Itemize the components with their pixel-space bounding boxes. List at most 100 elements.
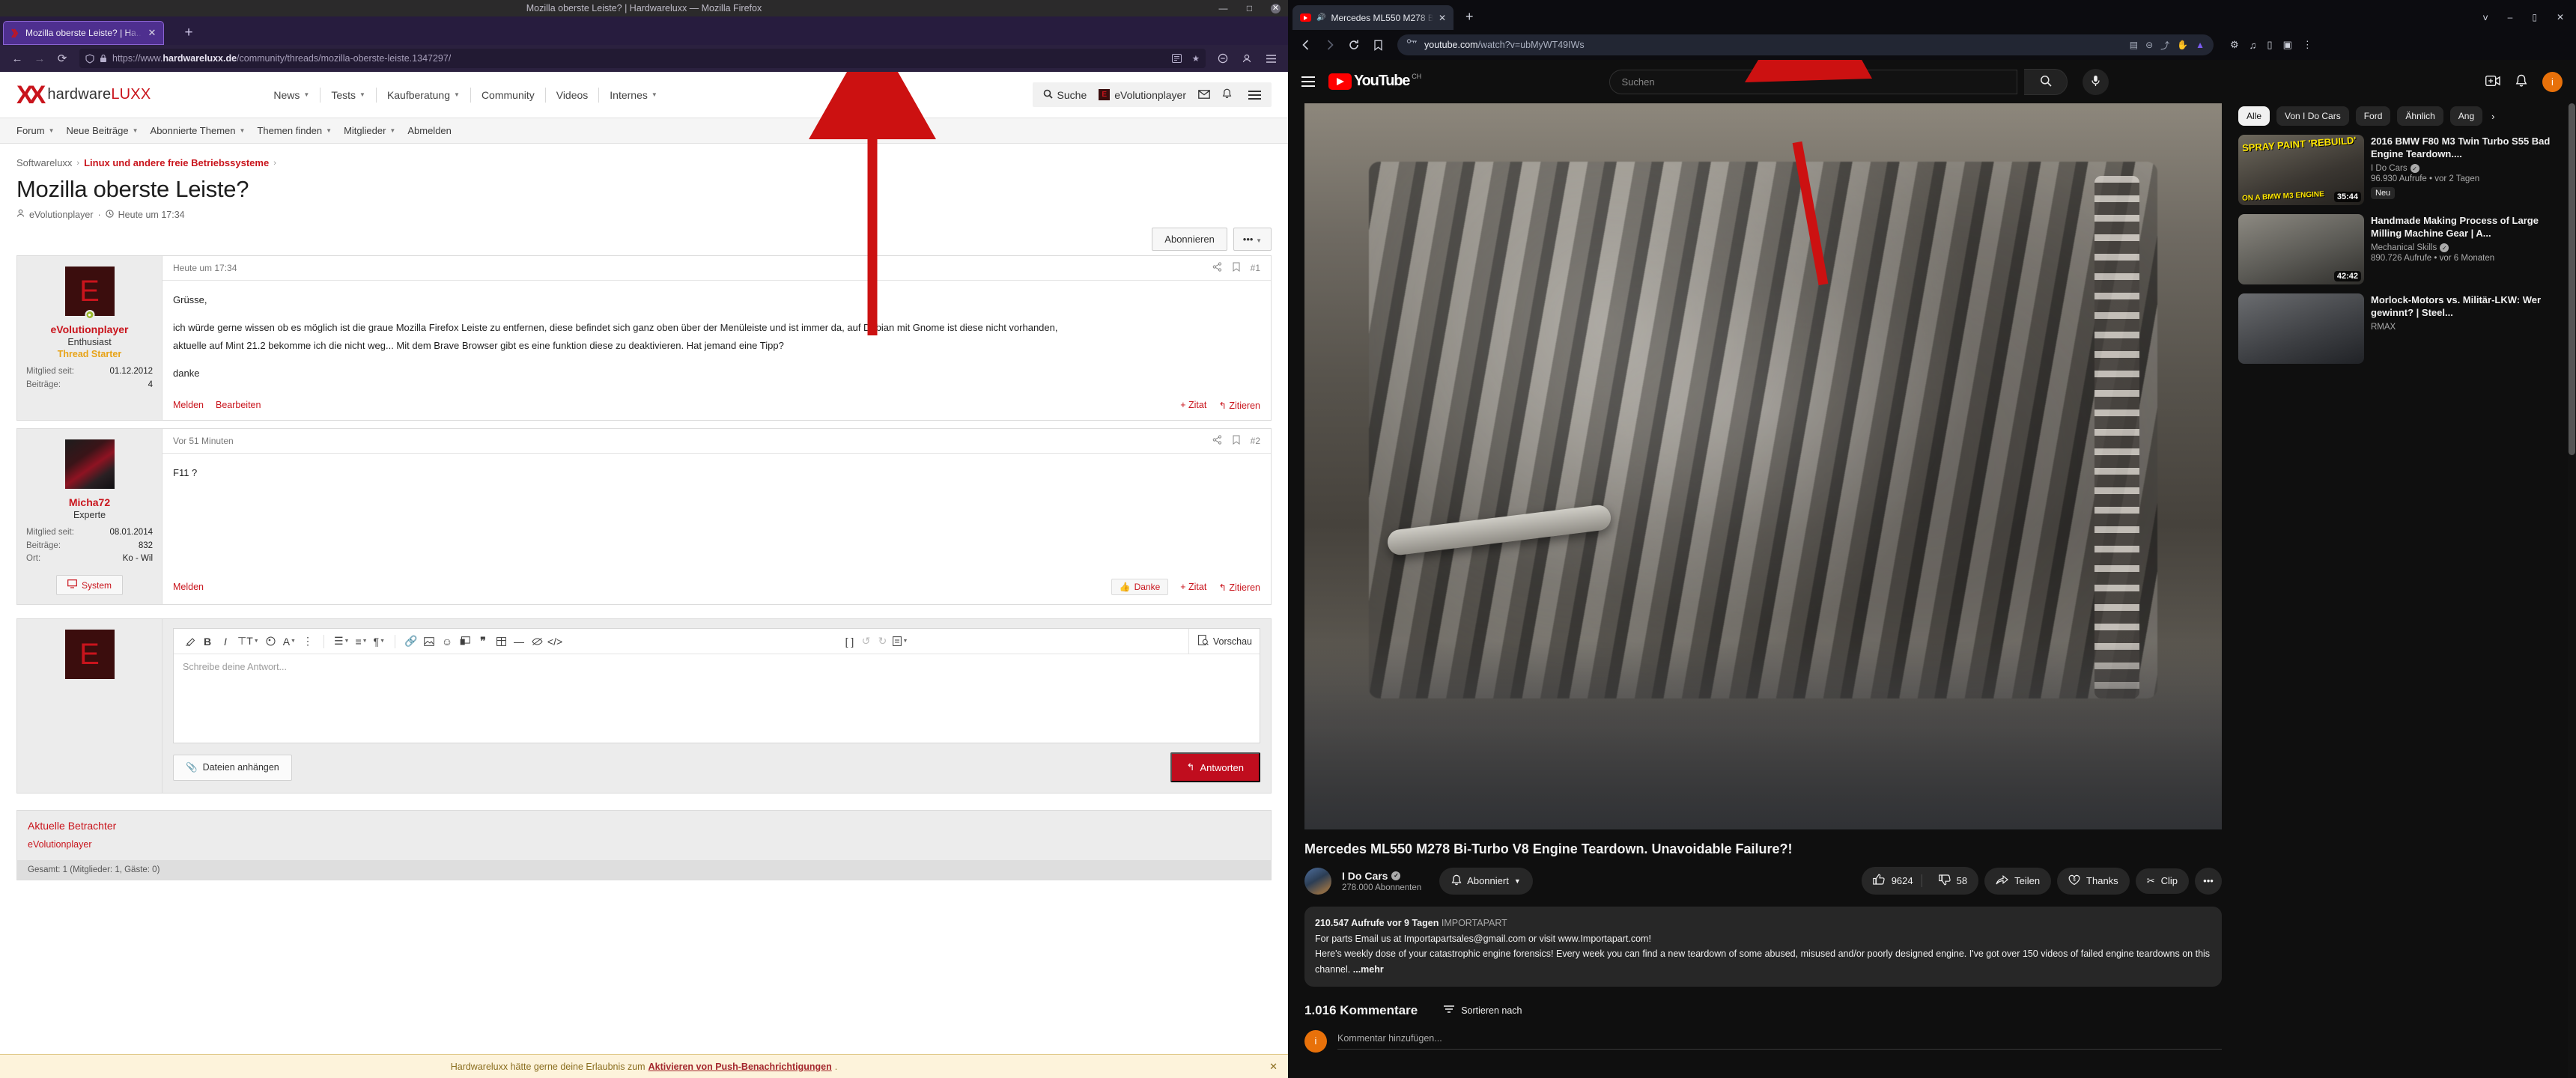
share-icon[interactable]	[1212, 262, 1222, 274]
draft-icon[interactable]: ▼	[890, 633, 910, 651]
subscribe-button[interactable]: Abonniert ▼	[1439, 867, 1533, 895]
current-user[interactable]: E eVolutionplayer	[1099, 89, 1186, 101]
puzzle-extension-icon[interactable]: ⚙	[2230, 39, 2239, 51]
minimize-icon[interactable]: —	[1218, 4, 1228, 13]
new-tab-icon[interactable]: +	[180, 25, 197, 41]
text-color-icon[interactable]	[263, 633, 279, 651]
forward-icon[interactable]	[1319, 34, 1340, 55]
bookmark-star-icon[interactable]: ★	[1192, 53, 1200, 64]
tab-close-icon[interactable]: ✕	[1439, 13, 1446, 23]
italic-icon[interactable]: I	[217, 633, 234, 651]
voice-search-button[interactable]	[2083, 68, 2109, 95]
nav-item-videos[interactable]: Videos	[546, 87, 600, 103]
show-more-link[interactable]: ...mehr	[1353, 964, 1384, 975]
media-icon[interactable]	[457, 633, 473, 651]
table-icon[interactable]	[493, 633, 509, 651]
horizontal-rule-icon[interactable]: —	[511, 633, 527, 651]
undo-icon[interactable]: ↺	[857, 633, 874, 651]
search-input[interactable]: Suchen	[1609, 69, 2018, 94]
chip-angesehen[interactable]: Ang	[2449, 106, 2483, 126]
forward-icon[interactable]: →	[28, 48, 51, 69]
new-tab-icon[interactable]: +	[1465, 9, 1474, 25]
scrollbar-thumb[interactable]	[2569, 103, 2575, 455]
minimize-icon[interactable]: –	[2508, 12, 2513, 22]
back-icon[interactable]: ←	[6, 48, 28, 69]
site-logo[interactable]: XX hardwareLUXX	[16, 82, 151, 108]
subnav-item-themen-finden[interactable]: Themen finden ▼	[257, 125, 344, 136]
share-button[interactable]: Teilen	[1984, 867, 2052, 895]
list-item[interactable]: 42:42 Handmade Making Process of Large M…	[2238, 214, 2566, 284]
edit-link[interactable]: Bearbeiten	[216, 400, 261, 410]
push-banner-link[interactable]: Aktivieren von Push-Benachrichtigungen	[648, 1062, 832, 1072]
browser-tab[interactable]: Mozilla oberste Leiste? | Ha... ✕	[3, 21, 164, 45]
browser-tab[interactable]: 🔊 Mercedes ML550 M278 Bi-T... ✕	[1292, 5, 1453, 30]
alerts-button[interactable]	[1222, 88, 1232, 101]
breadcrumb-root[interactable]: Softwareluxx	[16, 157, 72, 168]
close-icon[interactable]: ✕	[2557, 12, 2564, 22]
guide-menu-icon[interactable]	[1301, 76, 1315, 87]
system-button[interactable]: System	[55, 575, 123, 596]
subnav-item-abonnierte-themen[interactable]: Abonnierte Themen ▼	[151, 125, 258, 136]
avatar[interactable]: i	[2542, 71, 2563, 92]
nav-item-kaufberatung[interactable]: Kaufberatung ▼	[377, 87, 471, 103]
close-icon[interactable]: ✕	[1269, 1061, 1278, 1073]
subnav-item-forum[interactable]: Forum ▼	[16, 125, 66, 136]
post-author-name[interactable]: Micha72	[26, 496, 153, 508]
report-link[interactable]: Melden	[173, 582, 204, 592]
tab-audio-icon[interactable]: 🔊	[1316, 13, 1325, 22]
report-link[interactable]: Melden	[173, 400, 204, 410]
share-icon[interactable]: ⤴	[2160, 39, 2169, 52]
maximize-icon[interactable]: ▯	[2532, 12, 2537, 22]
emoji-icon[interactable]: ☺	[439, 633, 455, 651]
share-icon[interactable]	[1212, 435, 1222, 447]
site-settings-icon[interactable]	[1406, 38, 1418, 52]
reply-button[interactable]: ↰ Antworten	[1170, 752, 1260, 783]
chip-ford[interactable]: Ford	[2355, 106, 2391, 126]
post-number[interactable]: #2	[1251, 436, 1260, 446]
profile-icon[interactable]: ▣	[2283, 39, 2292, 51]
redo-icon[interactable]: ↻	[874, 633, 890, 651]
page-scrollbar[interactable]	[2568, 103, 2576, 1078]
shield-icon[interactable]	[85, 53, 94, 64]
link-icon[interactable]: 🔗	[403, 633, 419, 651]
video-player[interactable]	[1304, 103, 2222, 829]
align-icon[interactable]: ≡ ▼	[353, 633, 369, 651]
remove-formatting-icon[interactable]	[181, 633, 198, 651]
thanks-button[interactable]: $ Thanks	[2057, 867, 2130, 895]
address-bar[interactable]: youtube.com/watch?v=ubMyWT49IWs ▤ ⊝ ⤴ ✋ …	[1397, 34, 2214, 55]
chip-alle[interactable]: Alle	[2238, 106, 2270, 126]
sort-comments-button[interactable]: Sortieren nach	[1443, 1005, 1522, 1016]
add-quote-link[interactable]: + Zitat	[1180, 582, 1206, 592]
subnav-item-mitglieder[interactable]: Mitglieder ▼	[344, 125, 407, 136]
bullet-list-icon[interactable]: ☰ ▼	[332, 633, 352, 651]
address-bar[interactable]: https://www.hardwareluxx.de/community/th…	[79, 49, 1206, 68]
thread-author[interactable]: eVolutionplayer	[29, 210, 93, 220]
maximize-icon[interactable]: □	[1245, 4, 1254, 13]
bold-icon[interactable]: B	[199, 633, 216, 651]
add-quote-link[interactable]: + Zitat	[1180, 400, 1206, 410]
font-family-icon[interactable]: A ▼	[281, 633, 298, 651]
tab-close-icon[interactable]: ✕	[147, 27, 157, 39]
dislike-button[interactable]: 58	[1931, 874, 1978, 888]
music-extension-icon[interactable]: ♫	[2250, 40, 2257, 51]
sidepanel-icon[interactable]: ▯	[2267, 39, 2272, 51]
more-actions-button[interactable]: •••	[2195, 867, 2222, 895]
hamburger-menu-icon[interactable]	[1260, 48, 1282, 69]
create-video-icon[interactable]	[2485, 75, 2500, 89]
chip-aehnlich[interactable]: Ähnlich	[2397, 106, 2443, 126]
attach-files-button[interactable]: 📎 Dateien anhängen	[173, 754, 292, 781]
lock-icon[interactable]	[100, 54, 107, 63]
list-item[interactable]: eVolutionplayer	[28, 839, 91, 850]
reading-list-icon[interactable]: ▤	[2130, 40, 2138, 50]
channel-name[interactable]: I Do Cars ✓	[1342, 870, 1421, 882]
close-icon[interactable]: ✕	[1271, 3, 1281, 13]
inbox-button[interactable]	[1198, 89, 1210, 101]
preview-button[interactable]: Vorschau	[1188, 628, 1252, 654]
more-formatting-icon[interactable]: ⋮	[300, 633, 316, 651]
quote-link[interactable]: ↰ Zitieren	[1218, 582, 1260, 593]
bookmark-icon[interactable]	[1367, 34, 1388, 55]
avatar[interactable]: E ●	[64, 267, 115, 320]
quote-icon[interactable]: ❞	[475, 633, 491, 651]
subnav-item-abmelden[interactable]: Abmelden	[407, 125, 464, 136]
nav-item-internes[interactable]: Internes ▼	[599, 88, 668, 103]
